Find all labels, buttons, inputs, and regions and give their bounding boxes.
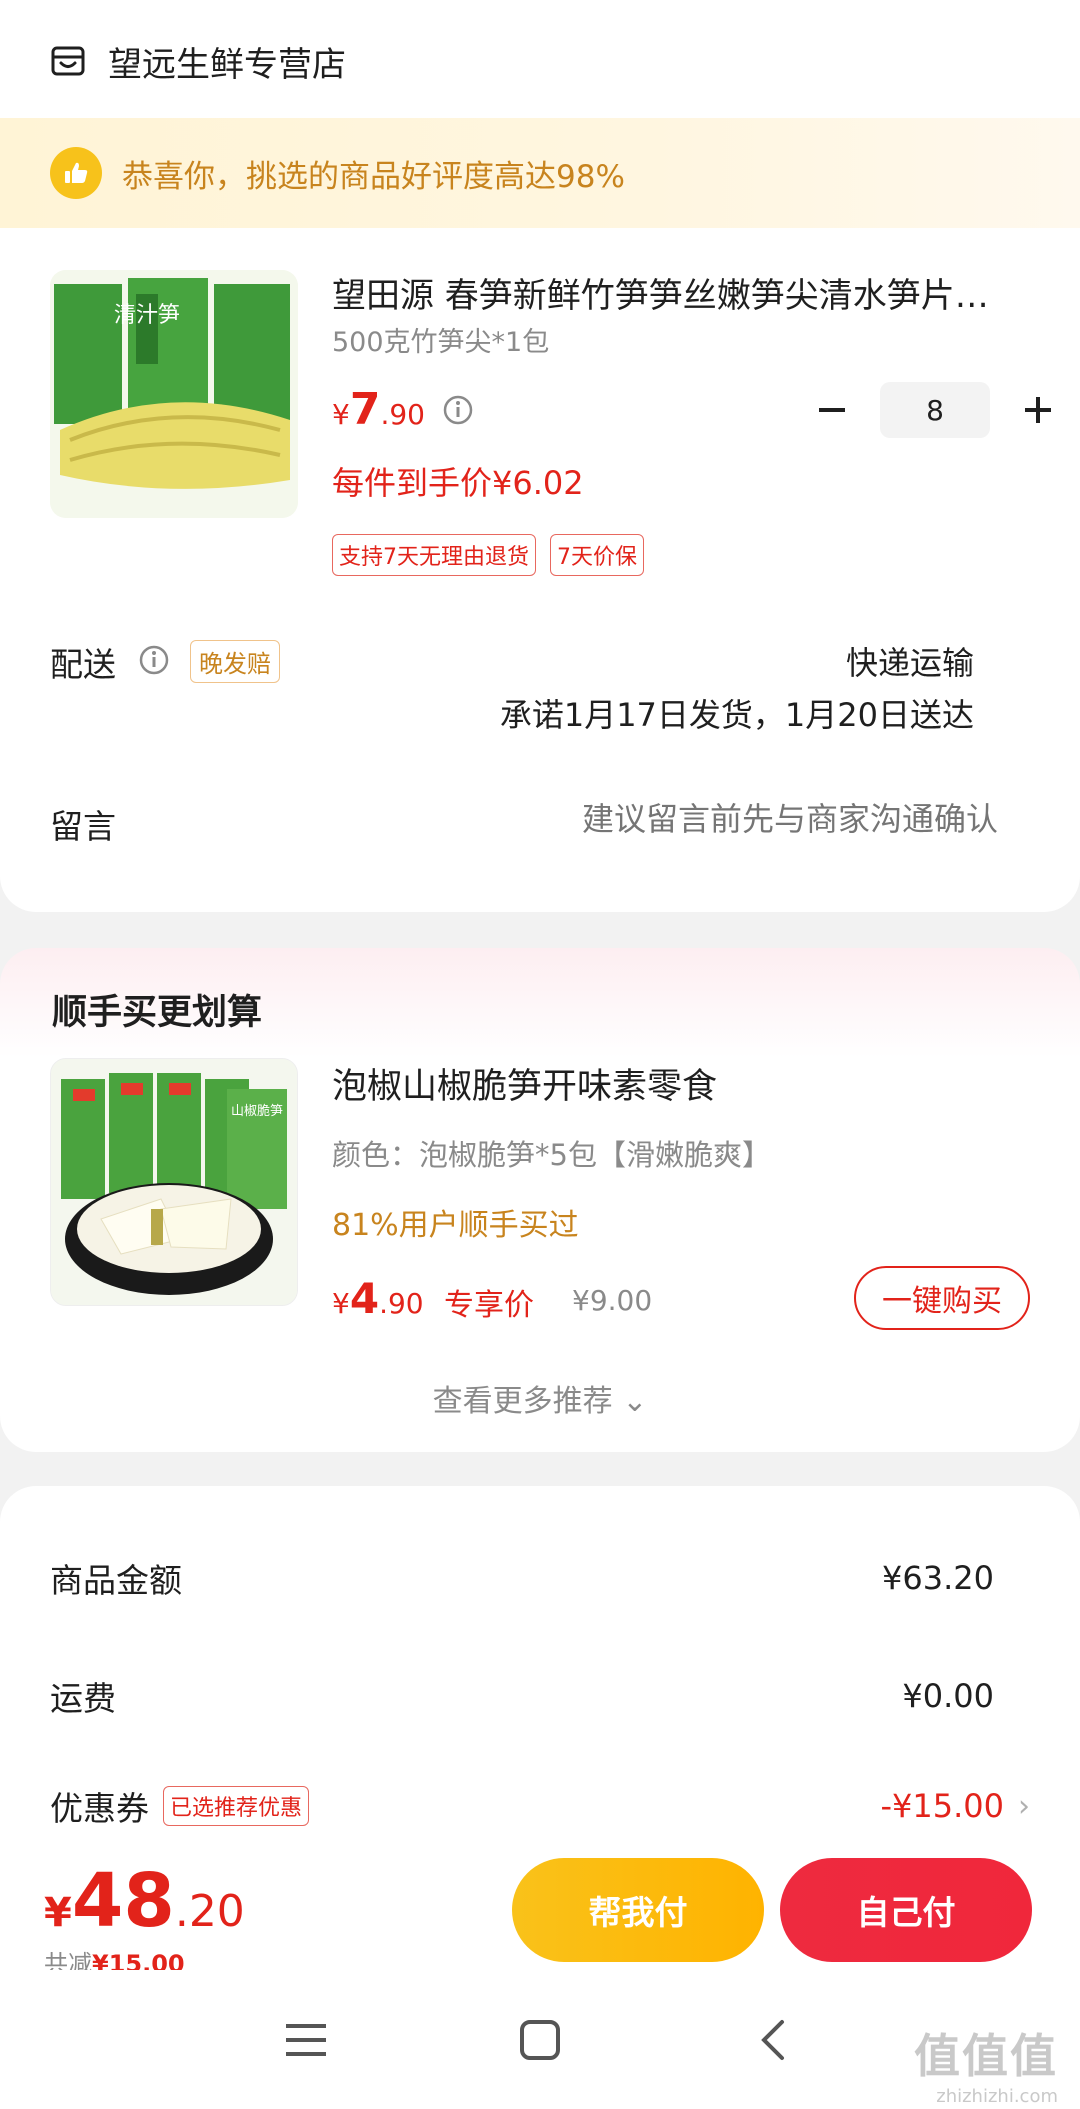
goods-amount-value: ¥63.20	[882, 1559, 994, 1597]
checkout-bar: ¥ 48 .20 共减¥15.00 帮我付 自己付	[0, 1840, 1080, 1978]
price-integer: 7	[349, 384, 381, 435]
banner-text: 恭喜你，挑选的商品好评度高达98%	[122, 158, 625, 195]
late-compensation-tag: 晚发赔	[190, 640, 280, 683]
message-label: 留言	[50, 807, 116, 846]
price-currency: ¥	[332, 398, 350, 431]
total-currency: ¥	[44, 1890, 72, 1936]
one-click-buy-button[interactable]: 一键购买	[854, 1266, 1030, 1330]
recommendation-title: 顺手买更划算	[52, 993, 263, 1033]
store-icon	[51, 46, 85, 76]
minus-icon	[819, 408, 845, 412]
store-header[interactable]: 望远生鲜专营店	[50, 36, 346, 86]
delivery-info-icon[interactable]	[138, 644, 170, 676]
watermark-url: zhizhizhi.com	[936, 2086, 1058, 2107]
plus-icon	[1025, 397, 1051, 423]
pay-myself-button[interactable]: 自己付	[780, 1858, 1032, 1962]
decrease-quantity-button[interactable]	[808, 386, 856, 434]
shipping-row: 运费 ¥0.00	[50, 1672, 1030, 1720]
price-integer: 4	[349, 1274, 380, 1323]
coupon-value: -¥15.00	[880, 1787, 1004, 1825]
recommend-product-spec[interactable]: 颜色：泡椒脆笋*5包【滑嫩脆爽】	[332, 1132, 771, 1174]
store-name: 望远生鲜专营店	[108, 44, 346, 85]
exclusive-price-label: 专享价	[444, 1288, 534, 1323]
product-title[interactable]: 望田源 春笋新鲜竹笋笋丝嫩笋尖清水笋片…	[332, 268, 1032, 317]
recommendation-card: 顺手买更划算 山椒脆笋 泡椒山椒脆笋开味素零食 颜色：泡椒脆笋*5包【滑嫩脆爽】…	[0, 948, 1080, 1452]
product-price: ¥ 7 .90	[332, 384, 425, 435]
unit-price: 每件到手价¥6.02	[332, 464, 584, 502]
back-icon[interactable]	[744, 2010, 804, 2070]
help-me-pay-button[interactable]: 帮我付	[512, 1858, 764, 1962]
total-price: ¥ 48 .20	[44, 1858, 245, 1944]
goods-amount-row: 商品金额 ¥63.20	[50, 1554, 1030, 1602]
price-summary-card: 商品金额 ¥63.20 运费 ¥0.00 优惠券 已选推荐优惠 -¥15.00 …	[0, 1486, 1080, 1886]
return-policy-tag: 支持7天无理由退货	[332, 534, 536, 576]
recent-apps-icon[interactable]	[276, 2010, 336, 2070]
package-label: 山椒脆笋	[231, 1103, 283, 1119]
quantity-stepper: 8	[808, 382, 1062, 438]
quantity-value[interactable]: 8	[880, 382, 990, 438]
price-decimal: .90	[380, 398, 425, 431]
service-tags: 支持7天无理由退货 7天价保	[332, 534, 644, 576]
price-currency: ¥	[332, 1287, 350, 1320]
package-label: 清汁笋	[114, 303, 180, 328]
total-decimal: .20	[174, 1886, 245, 1937]
watermark-logo: 值值值	[914, 2029, 1058, 2083]
coupon-label: 优惠券	[50, 1789, 149, 1828]
original-price: ¥9.00	[572, 1284, 653, 1317]
price-protection-tag: 7天价保	[550, 534, 644, 576]
coupon-tag: 已选推荐优惠	[163, 1786, 310, 1826]
thumbs-up-icon	[50, 147, 102, 199]
delivery-label: 配送	[50, 645, 116, 684]
order-item-card: 望远生鲜专营店 恭喜你，挑选的商品好评度高达98% 清汁笋 望田源 春笋新鲜竹笋…	[0, 0, 1080, 912]
recommend-buyers-text: 81%用户顺手买过	[332, 1208, 579, 1243]
recommend-product-image[interactable]: 山椒脆笋	[50, 1058, 298, 1306]
delivery-method: 快递运输	[845, 644, 974, 682]
price-decimal: .90	[379, 1287, 424, 1320]
coupon-row[interactable]: 优惠券 已选推荐优惠 -¥15.00 ›	[50, 1782, 1030, 1830]
shipping-label: 运费	[50, 1679, 116, 1718]
message-input[interactable]	[438, 800, 998, 838]
total-integer: 48	[71, 1858, 175, 1944]
product-spec[interactable]: 500克竹笋尖*1包	[332, 320, 549, 359]
home-icon[interactable]	[510, 2010, 570, 2070]
coupon-right: -¥15.00 ›	[880, 1787, 1030, 1825]
shipping-value: ¥0.00	[902, 1677, 994, 1715]
increase-quantity-button[interactable]	[1014, 386, 1062, 434]
chevron-right-icon: ›	[1018, 1788, 1030, 1824]
watermark: 值值值 zhizhizhi.com	[914, 2020, 1058, 2107]
product-image[interactable]: 清汁笋	[50, 270, 298, 518]
rating-banner: 恭喜你，挑选的商品好评度高达98%	[0, 118, 1080, 228]
price-info-icon[interactable]	[442, 394, 474, 426]
goods-amount-label: 商品金额	[50, 1561, 182, 1600]
recommend-price: ¥ 4 .90	[332, 1274, 424, 1323]
coupon-left: 优惠券 已选推荐优惠	[50, 1782, 310, 1830]
recommend-product-name[interactable]: 泡椒山椒脆笋开味素零食	[332, 1058, 717, 1109]
see-more-recommendations[interactable]: 查看更多推荐 ⌄	[0, 1376, 1080, 1420]
delivery-promise: 承诺1月17日发货，1月20日送达	[499, 696, 974, 734]
